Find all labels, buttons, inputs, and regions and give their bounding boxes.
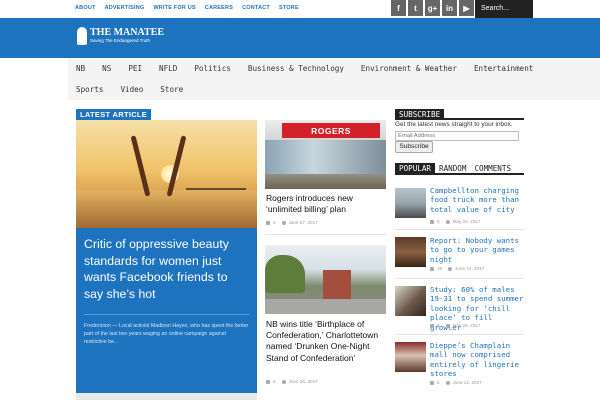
nav-entertainment[interactable]: Entertainment bbox=[466, 58, 542, 79]
clock-icon bbox=[281, 379, 286, 384]
popular-divider bbox=[395, 278, 524, 279]
popular-date: May 26, 2017 bbox=[452, 323, 481, 328]
popular-meta: 15 June 14, 2017 bbox=[430, 266, 484, 271]
confederation-article-image[interactable] bbox=[265, 245, 386, 314]
toplink-about[interactable]: ABOUT bbox=[75, 5, 96, 11]
nav-store[interactable]: Store bbox=[152, 79, 192, 100]
popular-divider bbox=[395, 334, 524, 335]
toplink-write-for-us[interactable]: WRITE FOR US bbox=[153, 5, 195, 11]
popular-meta: 5 May 26, 2017 bbox=[430, 323, 480, 328]
article-date: June 26, 2017 bbox=[288, 379, 318, 384]
popular-title[interactable]: Campbellton charging food truck more tha… bbox=[430, 186, 526, 214]
linkedin-icon[interactable]: in bbox=[442, 0, 457, 16]
toplink-careers[interactable]: CAREERS bbox=[205, 5, 233, 11]
social-links: f t g+ in ▶ bbox=[391, 0, 474, 16]
article-meta-confederation: 6 June 26, 2017 bbox=[266, 379, 318, 384]
top-links: ABOUT ADVERTISING WRITE FOR US CAREERS C… bbox=[75, 5, 299, 11]
manatee-icon bbox=[77, 27, 87, 45]
subscribe-text: Get the latest news straight to your inb… bbox=[395, 121, 513, 128]
image-sea bbox=[76, 190, 257, 228]
clock-icon bbox=[445, 380, 450, 385]
popular-thumb[interactable] bbox=[395, 237, 426, 267]
comment-count: 5 bbox=[437, 380, 440, 385]
popular-thumb[interactable] bbox=[395, 188, 426, 218]
clock-icon bbox=[281, 220, 286, 225]
facebook-icon[interactable]: f bbox=[391, 0, 406, 16]
popular-thumb[interactable] bbox=[395, 342, 426, 372]
popular-divider bbox=[395, 229, 524, 230]
clock-icon bbox=[445, 323, 450, 328]
popular-meta: 5 June 12, 2017 bbox=[430, 380, 482, 385]
article-title-rogers[interactable]: Rogers introduces new ‘unlimited billing… bbox=[266, 193, 391, 215]
google-plus-icon[interactable]: g+ bbox=[425, 0, 440, 16]
logo-tagline: Saving The Endangered Truth bbox=[90, 38, 150, 43]
rogers-article-image[interactable]: ROGERS bbox=[265, 120, 386, 189]
rogers-sign: ROGERS bbox=[282, 123, 380, 138]
popular-date: June 12, 2017 bbox=[452, 380, 482, 385]
site-header: THE MANATEE Saving The Endangered Truth bbox=[0, 18, 600, 58]
clock-icon bbox=[448, 266, 453, 271]
latest-article-excerpt: Fredericton — Local activist Madison Hay… bbox=[84, 323, 249, 346]
comment-count: 15 bbox=[437, 266, 443, 271]
image-pier bbox=[186, 188, 246, 190]
email-field[interactable] bbox=[395, 131, 519, 141]
toplink-store[interactable]: STORE bbox=[279, 5, 299, 11]
latest-article-label: LATEST ARTICLE bbox=[76, 109, 152, 120]
nav-video[interactable]: Video bbox=[112, 79, 152, 100]
article-title-confederation[interactable]: NB wins title ‘Birthplace of Confederati… bbox=[266, 319, 391, 364]
comment-count: 6 bbox=[273, 379, 276, 384]
nav-business-technology[interactable]: Business & Technology bbox=[240, 58, 353, 79]
nav-environment-weather[interactable]: Environment & Weather bbox=[353, 58, 466, 79]
nav-politics[interactable]: Politics bbox=[186, 58, 240, 79]
popular-meta: 5 May 20, 2017 bbox=[430, 219, 480, 224]
popular-title[interactable]: Dieppe’s Champlain mall now comprised en… bbox=[430, 341, 526, 379]
comment-icon bbox=[430, 380, 434, 385]
toplink-contact[interactable]: CONTACT bbox=[242, 5, 270, 11]
latest-article-footer bbox=[76, 393, 257, 400]
clock-icon bbox=[445, 219, 450, 224]
comment-count: 5 bbox=[273, 220, 276, 225]
comment-icon bbox=[430, 323, 434, 328]
nav-pei[interactable]: PEI bbox=[120, 58, 151, 79]
search-input[interactable]: Search... bbox=[475, 0, 533, 18]
logo-title: THE MANATEE bbox=[90, 27, 164, 38]
image-building bbox=[323, 270, 351, 300]
toplink-advertising[interactable]: ADVERTISING bbox=[105, 5, 145, 11]
latest-article-image[interactable] bbox=[76, 120, 257, 228]
popular-title[interactable]: Report: Nobody wants to go to your games… bbox=[430, 236, 526, 264]
youtube-icon[interactable]: ▶ bbox=[459, 0, 474, 16]
top-bar: ABOUT ADVERTISING WRITE FOR US CAREERS C… bbox=[0, 0, 600, 18]
comment-count: 5 bbox=[437, 219, 440, 224]
popular-date: May 20, 2017 bbox=[452, 219, 481, 224]
site-logo[interactable]: THE MANATEE Saving The Endangered Truth bbox=[77, 27, 164, 45]
latest-article-body[interactable]: Critic of oppressive beauty standards fo… bbox=[76, 228, 257, 393]
article-date: June 27, 2017 bbox=[288, 220, 318, 225]
tabs-rule bbox=[395, 173, 524, 175]
article-divider bbox=[265, 234, 386, 235]
image-figure-left bbox=[130, 135, 151, 197]
article-meta-rogers: 5 June 27, 2017 bbox=[266, 220, 318, 225]
comment-count: 5 bbox=[437, 323, 440, 328]
popular-thumb[interactable] bbox=[395, 286, 426, 316]
twitter-icon[interactable]: t bbox=[408, 0, 423, 16]
comment-icon bbox=[266, 379, 270, 384]
image-street bbox=[265, 299, 386, 314]
nav-ns[interactable]: NS bbox=[94, 58, 120, 79]
subscribe-rule bbox=[395, 118, 524, 120]
storefront-glass bbox=[265, 140, 386, 174]
comment-icon bbox=[430, 219, 434, 224]
latest-article-divider bbox=[84, 314, 249, 315]
latest-article-title[interactable]: Critic of oppressive beauty standards fo… bbox=[84, 236, 249, 302]
nav-sports[interactable]: Sports bbox=[68, 79, 112, 100]
popular-date: June 14, 2017 bbox=[455, 266, 485, 271]
image-tree bbox=[265, 255, 305, 293]
nav-nb[interactable]: NB bbox=[68, 58, 94, 79]
comment-icon bbox=[430, 266, 434, 271]
comment-icon bbox=[266, 220, 270, 225]
main-nav: NB NS PEI NFLD Politics Business & Techn… bbox=[68, 58, 600, 100]
nav-nfld[interactable]: NFLD bbox=[151, 58, 186, 79]
subscribe-button[interactable]: Subscribe bbox=[395, 141, 433, 153]
